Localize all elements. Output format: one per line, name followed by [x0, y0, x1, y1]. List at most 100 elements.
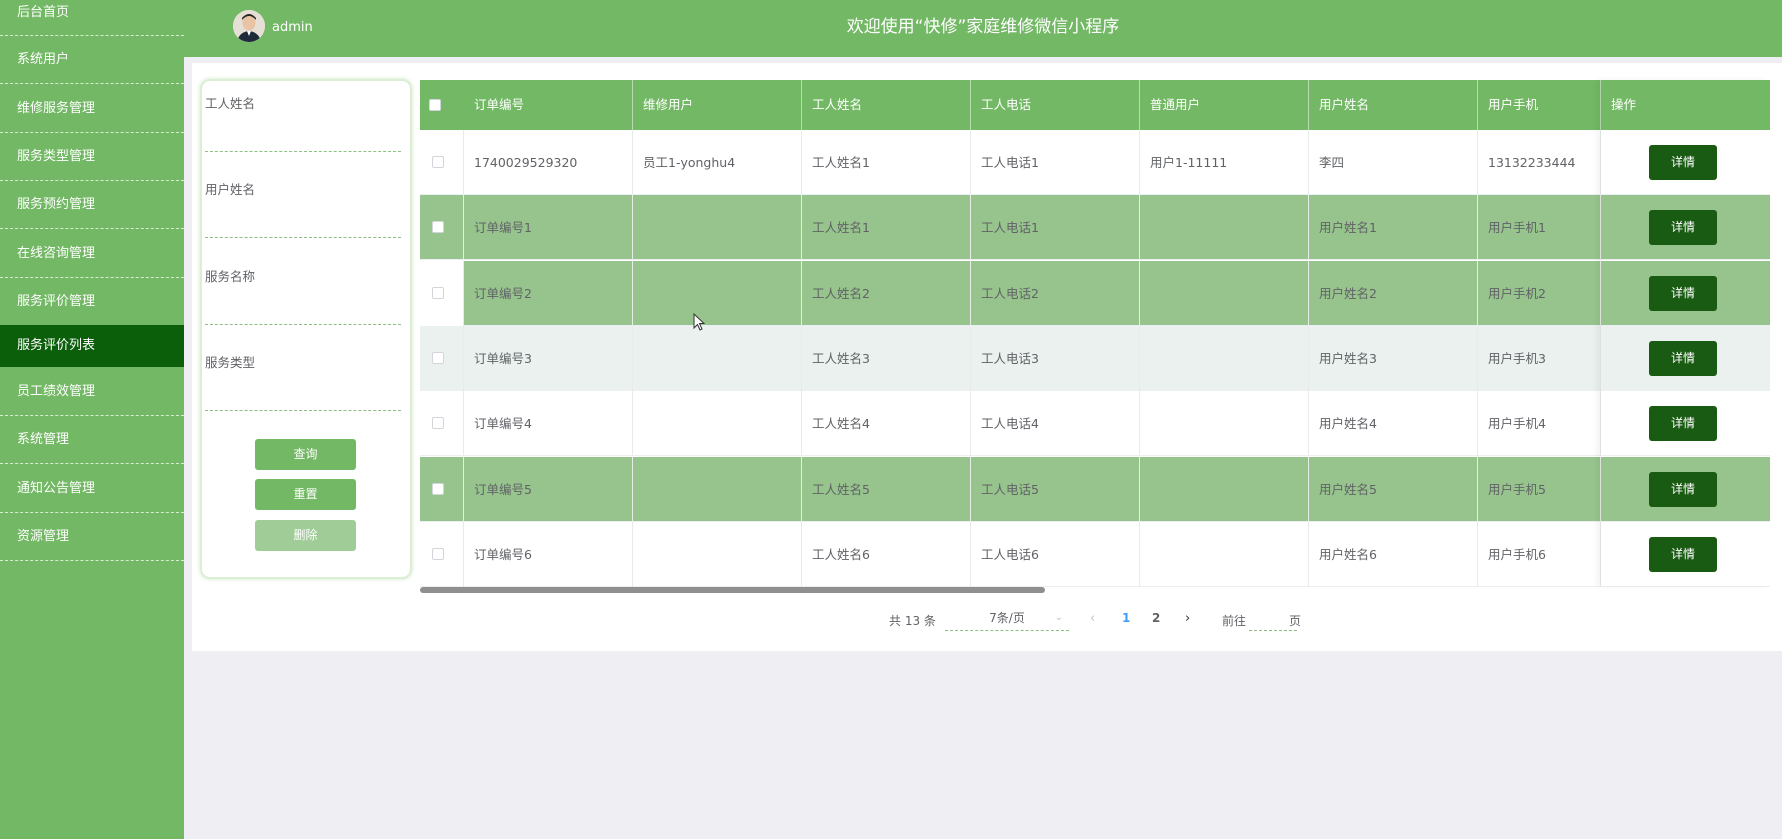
row-checkbox[interactable]: [432, 547, 444, 560]
sidebar-item-service-type[interactable]: 服务类型管理: [0, 133, 184, 181]
table-cell: [633, 521, 802, 587]
table-row[interactable]: 订单编号5 工人姓名5 工人电话5 用户姓名5 用户手机5 详情: [420, 456, 1770, 522]
sidebar-item-service-booking[interactable]: 服务预约管理: [0, 181, 184, 229]
detail-button[interactable]: 详情: [1649, 340, 1717, 376]
search-panel: 工人姓名 用户姓名 服务名称 服务类型 查询 重置 删除: [200, 79, 412, 579]
table-row[interactable]: 订单编号4 工人姓名4 工人电话4 用户姓名4 用户手机4 详情: [420, 391, 1770, 457]
sidebar-item-home[interactable]: 后台首页: [0, 0, 184, 36]
checkbox-cell: [420, 325, 464, 391]
detail-button[interactable]: 详情: [1649, 275, 1717, 311]
table-cell: 订单编号5: [464, 456, 633, 522]
table-row[interactable]: 订单编号1 工人姓名1 工人电话1 用户姓名1 用户手机1 详情: [420, 195, 1770, 261]
table-cell: [1140, 325, 1309, 391]
field-underline: [205, 237, 401, 238]
detail-button[interactable]: 详情: [1649, 210, 1717, 246]
row-checkbox[interactable]: [432, 156, 444, 168]
table-cell: 订单编号4: [464, 391, 633, 457]
table-row[interactable]: 订单编号3 工人姓名3 工人电话3 用户姓名3 用户手机3 详情: [420, 325, 1770, 391]
table-cell: 工人姓名6: [802, 521, 971, 587]
next-page-icon[interactable]: ›: [1185, 611, 1190, 633]
table-cell: 工人姓名2: [802, 260, 971, 326]
reset-button[interactable]: 重置: [255, 479, 356, 510]
page-number[interactable]: 2: [1152, 611, 1160, 633]
app-title: 欢迎使用“快修”家庭维修微信小程序: [846, 17, 1120, 37]
column-header: 用户手机: [1478, 80, 1601, 130]
sidebar-item-system-users[interactable]: 系统用户: [0, 36, 184, 84]
checkbox-cell: [420, 260, 464, 326]
table-cell: 13132233444: [1478, 130, 1601, 195]
checkbox-cell: [420, 521, 464, 587]
prev-page-icon[interactable]: ‹: [1090, 611, 1095, 633]
sidebar-item-service-review-list[interactable]: 服务评价列表: [0, 325, 184, 367]
user-name-input[interactable]: [205, 211, 401, 235]
detail-button[interactable]: 详情: [1649, 145, 1717, 180]
row-checkbox[interactable]: [432, 417, 444, 430]
table-cell: 用户手机4: [1478, 391, 1601, 457]
table-cell: 用户姓名1: [1309, 195, 1478, 261]
checkbox-cell: [420, 195, 464, 261]
field-underline: [205, 151, 401, 152]
worker-name-label: 工人姓名: [205, 96, 256, 111]
sidebar-item-staff-performance[interactable]: 员工绩效管理: [0, 368, 184, 416]
worker-name-input[interactable]: [205, 125, 401, 149]
row-checkbox[interactable]: [432, 482, 444, 495]
table-cell: 工人电话5: [971, 456, 1140, 522]
table-row[interactable]: 订单编号2 工人姓名2 工人电话2 用户姓名2 用户手机2 详情: [420, 260, 1770, 326]
column-header: 用户姓名: [1309, 80, 1478, 130]
service-type-label: 服务类型: [205, 355, 256, 370]
table-cell: 工人姓名5: [802, 456, 971, 522]
table-cell: [633, 325, 802, 391]
table-cell: 用户手机6: [1478, 521, 1601, 587]
table-cell: 工人电话4: [971, 391, 1140, 457]
table-cell: 用户手机3: [1478, 325, 1601, 391]
table-cell: [633, 456, 802, 522]
sidebar-item-online-consult[interactable]: 在线咨询管理: [0, 230, 184, 278]
table-row[interactable]: 1740029529320 员工1-yonghu4 工人姓名1 工人电话1 用户1-11…: [420, 130, 1770, 195]
sidebar-item-system-manage[interactable]: 系统管理: [0, 416, 184, 464]
row-checkbox[interactable]: [432, 221, 444, 234]
table-cell: [633, 391, 802, 457]
query-button[interactable]: 查询: [255, 439, 356, 470]
table-cell: 用户姓名3: [1309, 325, 1478, 391]
table-cell: 工人姓名3: [802, 325, 971, 391]
page-number[interactable]: 1: [1122, 611, 1130, 633]
table-cell: 工人姓名1: [802, 195, 971, 261]
detail-button[interactable]: 详情: [1649, 471, 1717, 507]
table-cell: 工人电话3: [971, 325, 1140, 391]
sidebar: 后台首页 系统用户 维修服务管理 服务类型管理 服务预约管理 在线咨询管理 服务…: [0, 0, 184, 839]
table-cell: 用户姓名4: [1309, 391, 1478, 457]
table-cell: [1140, 260, 1309, 326]
sidebar-item-resource[interactable]: 资源管理: [0, 513, 184, 561]
table-cell: 工人电话1: [971, 130, 1140, 195]
user-name-label: 用户姓名: [205, 182, 256, 197]
service-name-input[interactable]: [205, 298, 401, 322]
detail-button[interactable]: 详情: [1649, 406, 1717, 442]
table-cell: 李四: [1309, 130, 1478, 195]
page-suffix-label: 页: [1289, 614, 1302, 628]
table-cell: 工人电话2: [971, 260, 1140, 326]
table-row[interactable]: 订单编号6 工人姓名6 工人电话6 用户姓名6 用户手机6 详情: [420, 521, 1770, 587]
horizontal-scrollbar[interactable]: [420, 587, 1045, 593]
table-cell: 用户1-11111: [1140, 130, 1309, 195]
goto-label: 前往: [1222, 614, 1247, 628]
column-header: 工人电话: [971, 80, 1140, 130]
row-checkbox[interactable]: [432, 286, 444, 299]
select-all-checkbox[interactable]: [429, 99, 441, 111]
mouse-cursor-icon: [693, 313, 705, 331]
table-cell: 用户姓名5: [1309, 456, 1478, 522]
sidebar-item-repair-service[interactable]: 维修服务管理: [0, 85, 184, 133]
table-cell: 工人姓名1: [802, 130, 971, 195]
page-size-select[interactable]: 7条/页 ⌄: [945, 605, 1069, 631]
table-cell: [1140, 195, 1309, 261]
checkbox-cell: [420, 456, 464, 522]
delete-button[interactable]: 删除: [255, 520, 356, 551]
sidebar-item-service-review[interactable]: 服务评价管理: [0, 278, 184, 326]
service-name-label: 服务名称: [205, 269, 256, 284]
sidebar-item-notice[interactable]: 通知公告管理: [0, 465, 184, 513]
row-checkbox[interactable]: [432, 351, 444, 364]
detail-button[interactable]: 详情: [1649, 536, 1717, 572]
table-cell: 订单编号6: [464, 521, 633, 587]
table-cell: 用户姓名6: [1309, 521, 1478, 587]
column-header: 工人姓名: [802, 80, 971, 130]
service-type-input[interactable]: [205, 384, 401, 408]
